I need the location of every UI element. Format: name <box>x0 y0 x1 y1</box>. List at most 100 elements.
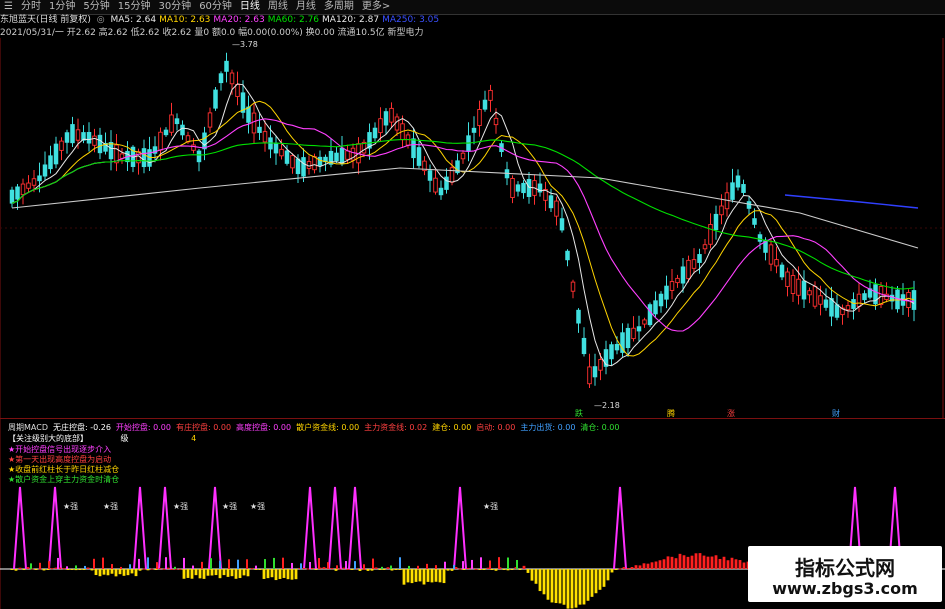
ma10-line <box>11 100 915 357</box>
spike <box>453 486 467 570</box>
hist-bar <box>738 560 742 569</box>
hist-bar <box>214 569 218 576</box>
hist-bar <box>226 569 230 577</box>
hist-bar <box>590 569 594 597</box>
hist-bar <box>666 556 670 569</box>
indicator-legend: ★开始控盘信号出现逐步介入 ★第一天出现高度控盘为启动 ★收盘前红柱长于昨日红柱减仓… <box>8 445 119 485</box>
signal-bar <box>435 565 437 569</box>
hist-bar <box>178 568 182 570</box>
candle-body <box>675 277 680 284</box>
candle-body <box>488 89 493 101</box>
candle-body <box>416 147 422 166</box>
hist-bar <box>706 556 710 569</box>
indicator-value-5: 散户资金线: 0.00 <box>296 423 360 432</box>
hist-bar <box>630 567 634 569</box>
hist-bar <box>154 569 158 570</box>
hist-bar <box>682 555 686 569</box>
tab-5[interactable]: 60分钟 <box>195 0 236 14</box>
hist-bar <box>62 568 66 570</box>
tab-10[interactable]: 更多> <box>358 0 394 14</box>
event-marker-1: 腾 <box>667 408 675 418</box>
signal-bar <box>372 558 374 569</box>
signal-bar <box>300 563 302 569</box>
level-value: 4 <box>191 434 197 443</box>
candle-body <box>911 290 917 310</box>
tab-6[interactable]: 日线 <box>236 0 264 14</box>
candlestick-chart[interactable]: —3.78 —2.18 跌 腾 涨 财 <box>0 38 945 418</box>
hist-bar <box>458 568 462 570</box>
candle-body <box>70 124 75 144</box>
legend-line-0: ★开始控盘信号出现逐步介入 <box>8 445 112 454</box>
hist-bar <box>382 569 386 570</box>
ma-label-1: MA10: 2.63 <box>159 15 211 25</box>
hist-bar <box>86 567 90 569</box>
hist-bar <box>22 569 26 571</box>
candle-body <box>587 366 592 385</box>
candle-body <box>862 293 867 301</box>
hist-bar <box>366 569 370 571</box>
hist-bar <box>290 569 294 580</box>
hist-bar <box>442 569 446 584</box>
hist-bar <box>70 569 74 570</box>
candle-body <box>752 218 757 225</box>
ma5-line <box>11 83 915 367</box>
star-label-5: ★强 <box>483 502 498 511</box>
signal-bar <box>30 563 32 569</box>
signal-bar <box>516 559 518 569</box>
signal-bar <box>480 557 482 569</box>
signal-bar <box>129 564 131 569</box>
candle-body <box>554 200 559 217</box>
tab-3[interactable]: 15分钟 <box>114 0 155 14</box>
hist-bar <box>182 569 186 579</box>
candle-body <box>449 167 455 183</box>
signal-bar <box>291 562 293 569</box>
signal-bar <box>183 557 185 569</box>
candle-body <box>796 278 801 296</box>
hist-bar <box>554 569 558 604</box>
legend-line-3: ★散户资金上穿主力资金时清仓 <box>8 475 120 484</box>
indicator-value-3: 有庄控盘: 0.00 <box>175 423 232 432</box>
hist-bar <box>402 569 406 585</box>
hist-bar <box>126 569 130 576</box>
candle-body <box>279 148 284 157</box>
signal-bar <box>48 561 50 569</box>
signal-bar <box>246 559 248 569</box>
star-label-2: ★强 <box>173 502 188 511</box>
candle-body <box>312 156 317 171</box>
star-label-1: ★强 <box>103 502 118 511</box>
tab-1[interactable]: 1分钟 <box>45 0 79 14</box>
tab-8[interactable]: 月线 <box>292 0 320 14</box>
candle-body <box>372 127 378 139</box>
hist-bar <box>482 569 486 570</box>
candle-body <box>614 343 620 351</box>
hist-bar <box>634 565 638 569</box>
tab-9[interactable]: 多周期 <box>320 0 358 14</box>
tab-7[interactable]: 周线 <box>264 0 292 14</box>
candle-body <box>719 205 724 216</box>
candle-body <box>515 184 521 192</box>
signal-bar <box>165 557 167 569</box>
candle-body <box>818 295 823 305</box>
tab-0[interactable]: 分时 <box>17 0 45 14</box>
candle-body <box>317 156 323 166</box>
hist-bar <box>594 569 598 594</box>
candle-body <box>565 250 570 261</box>
hist-bar <box>66 569 70 570</box>
hist-bar <box>542 569 546 595</box>
tab-4[interactable]: 30分钟 <box>154 0 195 14</box>
menu-icon[interactable]: ☰ <box>0 0 17 14</box>
candle-body <box>642 319 647 325</box>
signal-bar <box>390 565 392 569</box>
candle-body <box>158 131 163 151</box>
signal-bar <box>174 566 176 569</box>
spike <box>613 486 627 570</box>
ma-label-2: MA20: 2.63 <box>213 15 265 25</box>
tab-2[interactable]: 5分钟 <box>79 0 113 14</box>
hist-bar <box>650 562 654 569</box>
hist-bar <box>494 569 498 571</box>
indicator-value-1: 无庄控盘: -0.26 <box>52 423 111 432</box>
indicator-value-2: 开始控盘: 0.00 <box>115 423 171 432</box>
hist-bar <box>98 569 102 577</box>
hist-bar <box>614 569 618 571</box>
candle-body <box>625 327 631 349</box>
